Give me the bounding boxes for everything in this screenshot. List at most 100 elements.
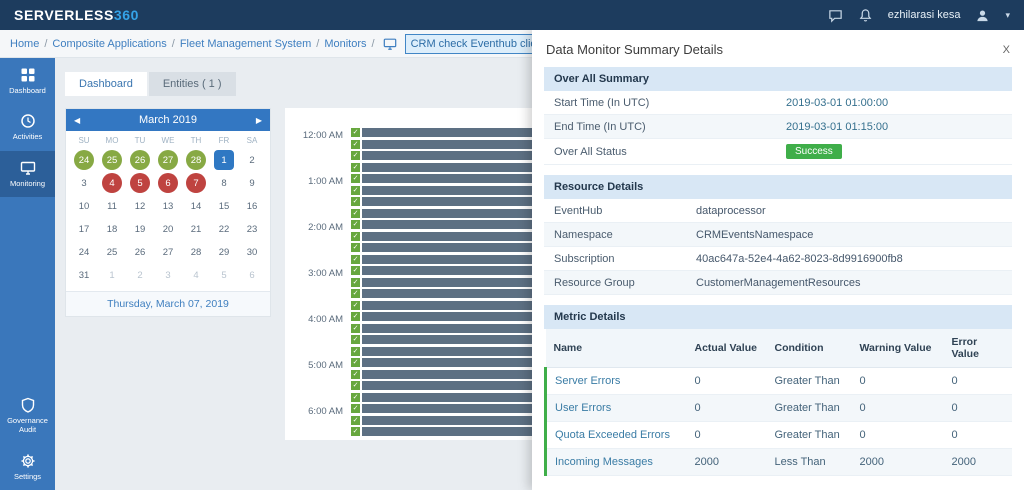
sidebar-item-settings[interactable]: Settings bbox=[0, 444, 55, 490]
calendar-day[interactable]: 31 bbox=[74, 265, 94, 285]
calendar-day[interactable]: 1 bbox=[102, 265, 122, 285]
calendar-day[interactable]: 28 bbox=[186, 150, 206, 170]
calendar-day[interactable]: 16 bbox=[242, 196, 262, 216]
timeline-row[interactable]: ✓ bbox=[351, 151, 537, 160]
calendar-day[interactable]: 27 bbox=[158, 150, 178, 170]
calendar-day[interactable]: 7 bbox=[186, 173, 206, 193]
calendar-month-title: March 2019 bbox=[138, 114, 198, 126]
sidebar-item-activities[interactable]: Activities bbox=[0, 104, 55, 150]
calendar-day[interactable]: 8 bbox=[214, 173, 234, 193]
metric-value: 0 bbox=[851, 367, 944, 395]
calendar-day[interactable]: 6 bbox=[242, 265, 262, 285]
timeline-row[interactable]: ✓ bbox=[351, 220, 537, 229]
calendar-prev-button[interactable]: ◀ bbox=[74, 116, 80, 125]
metric-name: Server Errors bbox=[544, 367, 687, 395]
timeline-row[interactable]: ✓ bbox=[351, 197, 537, 206]
breadcrumb-monitors[interactable]: Monitors bbox=[324, 38, 366, 50]
topbar-actions: ezhilarasi kesa ▾ bbox=[828, 8, 1010, 23]
timeline-row[interactable]: ✓ bbox=[351, 139, 537, 149]
calendar-day[interactable]: 14 bbox=[186, 196, 206, 216]
sidebar-item-monitoring[interactable]: Monitoring bbox=[0, 150, 55, 198]
timeline-row[interactable]: ✓ bbox=[351, 369, 537, 379]
success-check-icon: ✓ bbox=[351, 208, 360, 218]
calendar-day[interactable]: 6 bbox=[158, 173, 178, 193]
breadcrumb-fleet-management-system[interactable]: Fleet Management System bbox=[180, 38, 311, 50]
timeline-row[interactable]: ✓ bbox=[351, 427, 537, 436]
calendar-day[interactable]: 10 bbox=[74, 196, 94, 216]
calendar-day[interactable]: 2 bbox=[130, 265, 150, 285]
timeline-row[interactable]: ✓ bbox=[351, 312, 537, 321]
timeline-row[interactable]: ✓ bbox=[351, 277, 537, 287]
calendar-day[interactable]: 24 bbox=[74, 150, 94, 170]
calendar-day[interactable]: 3 bbox=[74, 173, 94, 193]
timeline-row[interactable]: ✓ bbox=[351, 381, 537, 390]
calendar-day[interactable]: 18 bbox=[102, 219, 122, 239]
calendar-day[interactable]: 24 bbox=[74, 242, 94, 262]
calendar-day[interactable]: 23 bbox=[242, 219, 262, 239]
calendar-day[interactable]: 26 bbox=[130, 150, 150, 170]
calendar-day[interactable]: 5 bbox=[214, 265, 234, 285]
calendar-day[interactable]: 25 bbox=[102, 242, 122, 262]
timeline-row[interactable]: ✓ bbox=[351, 162, 537, 172]
calendar-day[interactable]: 26 bbox=[130, 242, 150, 262]
timeline-row[interactable]: ✓ bbox=[351, 231, 537, 241]
chevron-down-icon[interactable]: ▾ bbox=[1005, 10, 1010, 21]
calendar-dayname: TH bbox=[190, 136, 202, 145]
calendar-day[interactable]: 1 bbox=[214, 150, 234, 170]
timeline-row[interactable]: ✓ bbox=[351, 358, 537, 367]
calendar-day[interactable]: 9 bbox=[242, 173, 262, 193]
calendar-dayname: SA bbox=[246, 136, 258, 145]
calendar-day[interactable]: 22 bbox=[214, 219, 234, 239]
detail-value: Success bbox=[776, 139, 1012, 164]
calendar-day[interactable]: 13 bbox=[158, 196, 178, 216]
calendar-day[interactable]: 4 bbox=[186, 265, 206, 285]
timeline-row[interactable]: ✓ bbox=[351, 208, 537, 218]
timeline-row[interactable]: ✓ bbox=[351, 300, 537, 310]
calendar-day[interactable]: 4 bbox=[102, 173, 122, 193]
calendar-next-button[interactable]: ▶ bbox=[256, 116, 262, 125]
sidebar-item-dashboard[interactable]: Dashboard bbox=[0, 58, 55, 104]
timeline-row[interactable]: ✓ bbox=[351, 346, 537, 356]
timeline-row[interactable]: ✓ bbox=[351, 289, 537, 298]
calendar-day[interactable]: 21 bbox=[186, 219, 206, 239]
timeline-row[interactable]: ✓ bbox=[351, 128, 537, 137]
breadcrumb-home[interactable]: Home bbox=[10, 38, 39, 50]
timeline-row[interactable]: ✓ bbox=[351, 243, 537, 252]
calendar-day[interactable]: 29 bbox=[214, 242, 234, 262]
timeline-row[interactable]: ✓ bbox=[351, 185, 537, 195]
calendar-day[interactable]: 17 bbox=[74, 219, 94, 239]
panel-title: Data Monitor Summary Details bbox=[546, 42, 723, 57]
sidebar-item-label: Governance Audit bbox=[7, 415, 48, 435]
user-name[interactable]: ezhilarasi kesa bbox=[888, 9, 961, 21]
tab-entities[interactable]: Entities ( 1 ) bbox=[148, 72, 236, 96]
calendar-day[interactable]: 25 bbox=[102, 150, 122, 170]
close-icon[interactable]: X bbox=[1003, 44, 1010, 56]
calendar-day[interactable]: 11 bbox=[102, 196, 122, 216]
calendar-day[interactable]: 3 bbox=[158, 265, 178, 285]
bell-icon[interactable] bbox=[858, 8, 873, 23]
tab-dashboard[interactable]: Dashboard bbox=[65, 72, 147, 96]
timeline-row[interactable]: ✓ bbox=[351, 323, 537, 333]
timeline-row[interactable]: ✓ bbox=[351, 174, 537, 183]
timeline-row[interactable]: ✓ bbox=[351, 254, 537, 264]
calendar-day[interactable]: 20 bbox=[158, 219, 178, 239]
timeline-row[interactable]: ✓ bbox=[351, 404, 537, 413]
calendar-day[interactable]: 15 bbox=[214, 196, 234, 216]
breadcrumb-composite-applications[interactable]: Composite Applications bbox=[52, 38, 166, 50]
calendar-day[interactable]: 28 bbox=[186, 242, 206, 262]
timeline-row[interactable]: ✓ bbox=[351, 415, 537, 425]
calendar-day[interactable]: 2 bbox=[242, 150, 262, 170]
calendar-day[interactable]: 5 bbox=[130, 173, 150, 193]
avatar-icon[interactable] bbox=[975, 8, 990, 23]
calendar-day[interactable]: 27 bbox=[158, 242, 178, 262]
timeline-row[interactable]: ✓ bbox=[351, 266, 537, 275]
timeline-row[interactable]: ✓ bbox=[351, 392, 537, 402]
calendar-dayname: MO bbox=[105, 136, 119, 145]
calendar-day[interactable]: 19 bbox=[130, 219, 150, 239]
chat-icon[interactable] bbox=[828, 8, 843, 23]
timeline-row[interactable]: ✓ bbox=[351, 335, 537, 344]
logo-text: SERVERLESS bbox=[14, 7, 114, 23]
calendar-day[interactable]: 30 bbox=[242, 242, 262, 262]
calendar-day[interactable]: 12 bbox=[130, 196, 150, 216]
sidebar-item-governance-audit[interactable]: Governance Audit bbox=[0, 388, 55, 444]
